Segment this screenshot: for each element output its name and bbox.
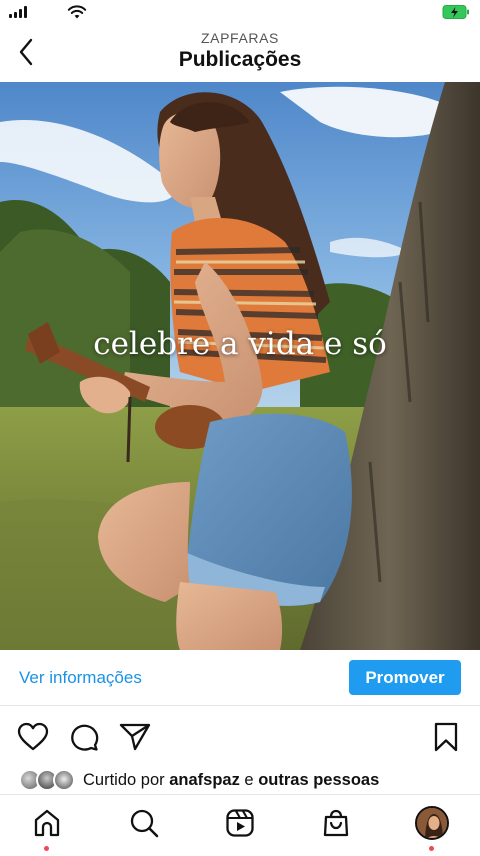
header-username: ZAPFARAS: [201, 30, 279, 46]
nav-shop[interactable]: [318, 805, 354, 841]
likes-row: Curtido por anafspaz e outras pessoas: [0, 766, 480, 794]
heart-icon: [17, 722, 49, 751]
wifi-icon: [67, 5, 87, 19]
comment-icon: [71, 724, 99, 751]
post-photo: [0, 82, 480, 650]
bookmark-icon: [434, 722, 458, 752]
liker-avatars[interactable]: [19, 769, 77, 791]
battery-charging-icon: [442, 5, 469, 19]
avatar: [53, 769, 75, 791]
comment-button[interactable]: [67, 720, 101, 754]
home-icon: [34, 809, 60, 837]
profile-avatar: [415, 806, 449, 840]
search-icon: [130, 809, 159, 838]
post-actions: [0, 718, 480, 758]
nav-home[interactable]: [29, 805, 65, 841]
like-button[interactable]: [16, 720, 50, 754]
home-notification-dot: [44, 846, 49, 851]
promote-button[interactable]: Promover: [349, 660, 461, 695]
view-insights-link[interactable]: Ver informações: [19, 668, 142, 688]
save-button[interactable]: [429, 720, 463, 754]
post-image[interactable]: celebre a vida e só: [0, 82, 480, 650]
liked-by-prefix: Curtido por: [83, 771, 165, 789]
cellular-signal-icon: [9, 6, 27, 18]
liked-by-text[interactable]: Curtido por anafspaz e outras pessoas: [83, 771, 379, 790]
status-bar: [0, 0, 480, 26]
page-title: Publicações: [178, 48, 302, 71]
insights-row: Ver informações Promover: [0, 650, 480, 706]
liked-by-others[interactable]: outras pessoas: [258, 771, 379, 789]
shop-icon: [323, 809, 349, 837]
reels-icon: [226, 809, 254, 837]
nav-reels[interactable]: [222, 805, 258, 841]
header: ZAPFARAS Publicações: [0, 26, 480, 82]
bottom-navigation: [0, 794, 480, 856]
nav-profile[interactable]: [414, 805, 450, 841]
liked-by-connector: e: [244, 771, 254, 789]
paper-plane-icon: [119, 723, 151, 751]
liked-by-user[interactable]: anafspaz: [169, 771, 240, 789]
profile-notification-dot: [429, 846, 434, 851]
post-overlay-text: celebre a vida e só: [93, 326, 387, 362]
share-button[interactable]: [118, 720, 152, 754]
nav-search[interactable]: [126, 805, 162, 841]
